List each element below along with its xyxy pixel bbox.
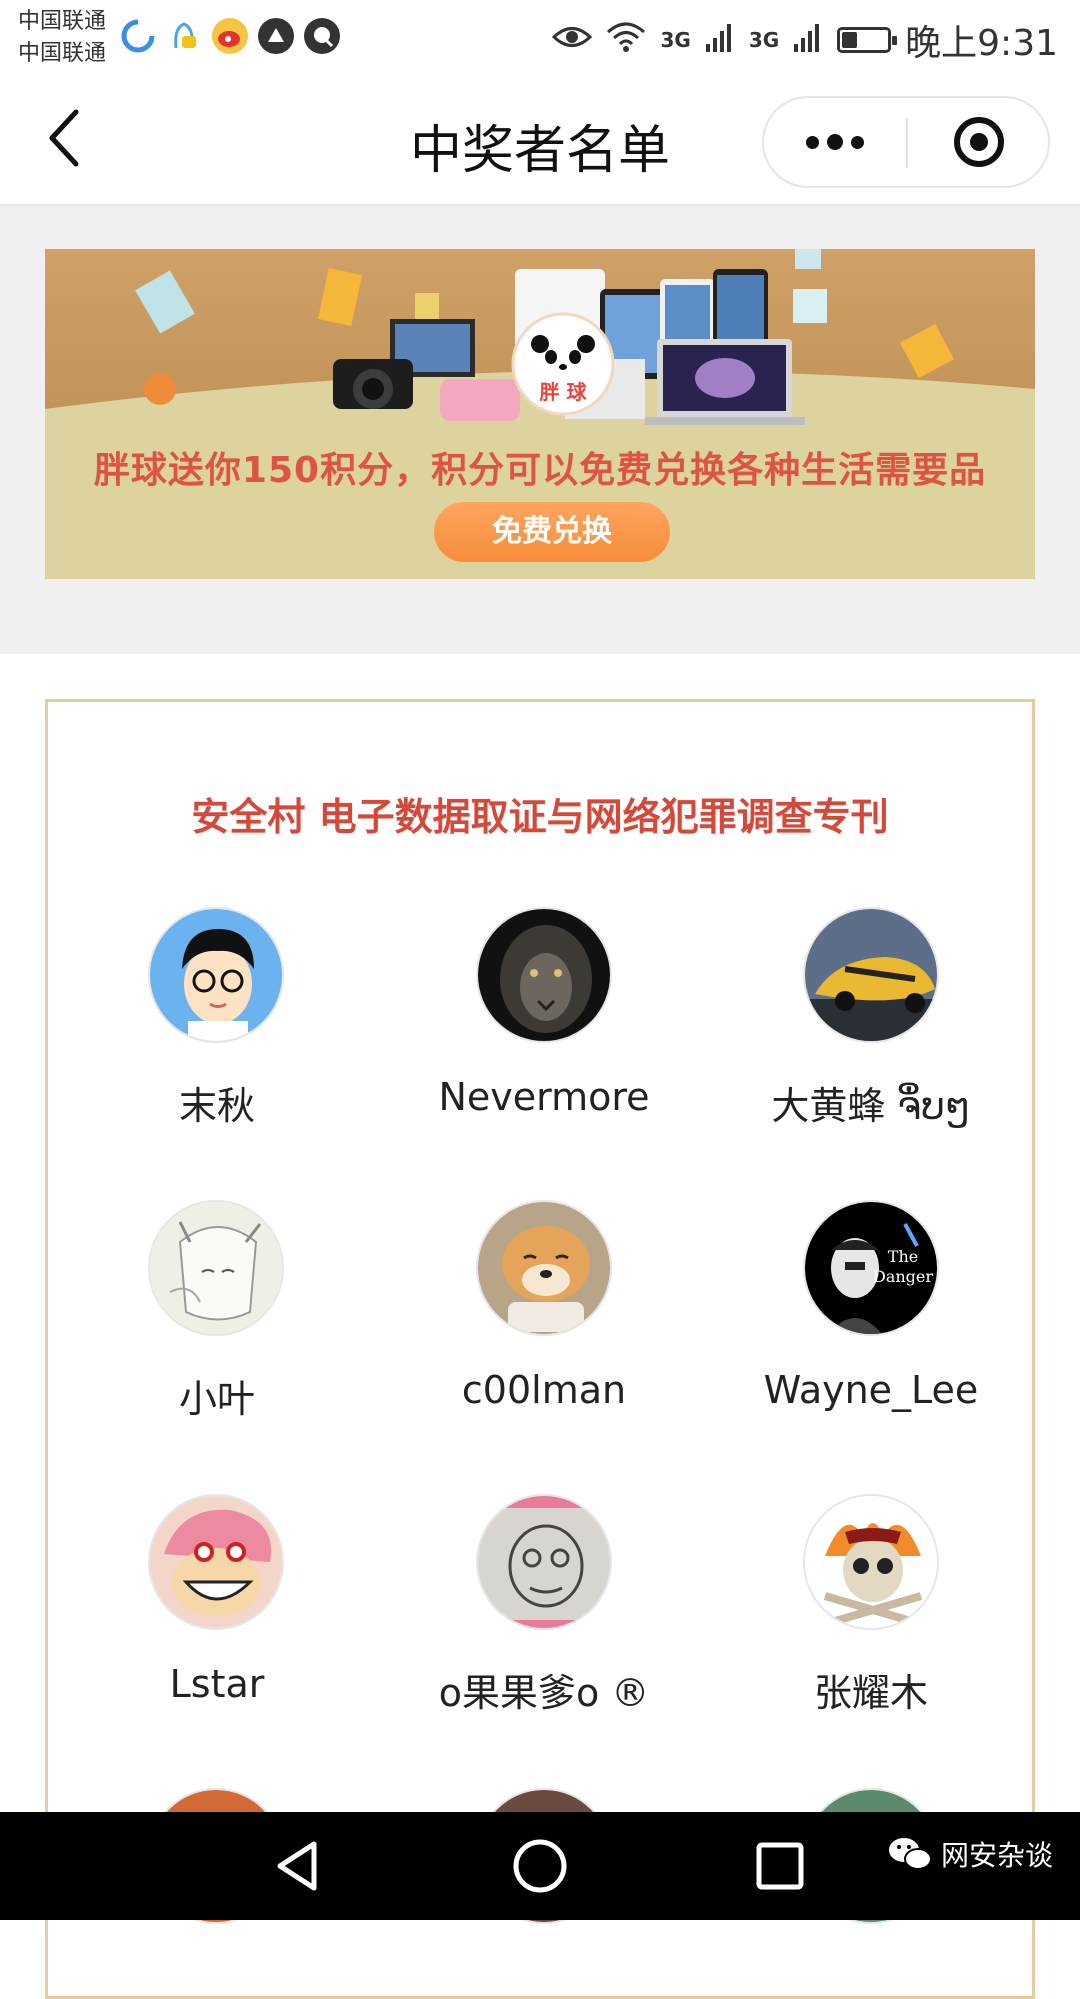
- svg-text:Danger: Danger: [873, 1267, 933, 1286]
- network-type-1: 3G: [660, 28, 691, 52]
- mini-program-capsule: [762, 96, 1050, 188]
- more-button[interactable]: [764, 98, 906, 186]
- carrier-1: 中国联通: [18, 9, 107, 34]
- card-title: 安全村 电子数据取证与网络犯罪调查专刊: [191, 795, 889, 839]
- winner-name: Lstar: [169, 1662, 265, 1706]
- banner-promo-text: 胖球送你150积分，积分可以免费兑换各种生活需要品: [93, 450, 987, 491]
- battery-icon: [837, 27, 898, 53]
- winner-name: 大黄蜂 ຈຶ່ບໆ: [771, 1084, 971, 1128]
- avatar-lstar[interactable]: [148, 1494, 284, 1630]
- winner-name: 小叶: [178, 1377, 255, 1421]
- chat-icon: [304, 18, 340, 54]
- avatar-zhangyaomu[interactable]: [803, 1494, 939, 1630]
- banner-brand-text: 胖 球: [539, 380, 588, 404]
- signal-icon-2: [793, 20, 823, 61]
- app-icon: [258, 18, 294, 54]
- avatar-wayne-lee[interactable]: The Danger: [803, 1200, 939, 1336]
- watermark-text: 网安杂谈: [941, 1839, 1054, 1872]
- browser-icon: [120, 18, 156, 54]
- nav-recents-button[interactable]: [750, 1836, 810, 1896]
- square-recents-icon: [756, 1842, 804, 1890]
- status-bar: 中国联通 中国联通 3G 3G 晚上9:31: [0, 0, 1080, 80]
- clock: 晚上9:31: [905, 23, 1058, 64]
- network-type-2: 3G: [748, 28, 780, 52]
- qq-icon: [166, 18, 202, 54]
- target-icon: [954, 117, 1004, 167]
- nav-back-button[interactable]: [270, 1836, 330, 1896]
- avatar-nevermore[interactable]: [476, 907, 612, 1043]
- winner-name: 张耀木: [813, 1671, 928, 1715]
- redeem-button[interactable]: 免费兑换: [434, 502, 670, 562]
- winner-name: o果果爹o ®: [438, 1671, 650, 1715]
- winner-name: Wayne_Lee: [763, 1368, 979, 1412]
- notification-icons: [120, 18, 340, 54]
- winner-name: 末秋: [178, 1084, 255, 1128]
- carrier-2: 中国联通: [18, 41, 107, 66]
- wechat-icon: [889, 1838, 932, 1870]
- nav-home-button[interactable]: [510, 1836, 570, 1896]
- avatar-xiaoye[interactable]: [148, 1200, 284, 1336]
- triangle-back-icon: [277, 1841, 317, 1891]
- promo-banner[interactable]: 胖 球 胖球送你150积分，积分可以免费兑换各种生活需要品 免费兑换: [45, 249, 1035, 579]
- wechat-watermark: 网安杂谈: [887, 1832, 1053, 1876]
- avatar-c00lman[interactable]: [476, 1200, 612, 1336]
- avatar-moqiu[interactable]: [148, 907, 284, 1043]
- wifi-icon: [606, 20, 646, 61]
- close-button[interactable]: [908, 98, 1050, 186]
- signal-icon: [705, 20, 735, 61]
- weibo-icon: [212, 18, 248, 54]
- nav-bar: 中奖者名单: [0, 80, 1080, 206]
- circle-home-icon: [513, 1839, 567, 1893]
- more-dots-icon: [806, 135, 819, 149]
- winners-card: 安全村 电子数据取证与网络犯罪调查专刊 末秋 Nevermore 大黄蜂 ຈຶ່…: [45, 699, 1035, 1999]
- winner-name: c00lman: [461, 1368, 627, 1412]
- eye-icon: [552, 20, 593, 61]
- avatar-guoguodie[interactable]: [476, 1494, 612, 1630]
- winner-name: Nevermore: [438, 1075, 650, 1119]
- svg-text:The: The: [888, 1247, 918, 1266]
- avatar-dahuangfeng[interactable]: [803, 907, 939, 1043]
- system-status: 3G 3G 晚上9:31: [552, 14, 1058, 66]
- carrier-labels: 中国联通 中国联通: [18, 6, 106, 70]
